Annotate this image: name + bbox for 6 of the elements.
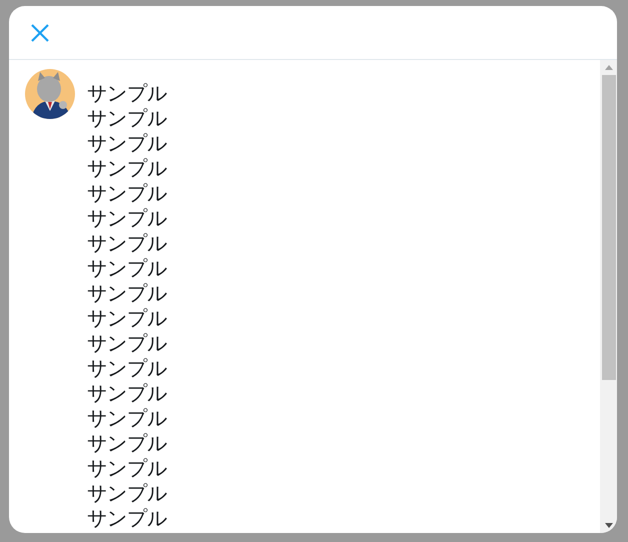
scrollbar[interactable]	[600, 60, 617, 533]
scroll-down-icon[interactable]	[604, 523, 612, 528]
avatar	[25, 69, 75, 119]
close-icon[interactable]	[29, 22, 51, 44]
tweet-text[interactable]: サンプル サンプル サンプル サンプル サンプル サンプル サンプル サンプル サンプル サンプル サンプル サンプル サンプル サンプル サンプル サンプル サンプル サンプル	[87, 69, 167, 533]
scroll-up-icon[interactable]	[604, 65, 612, 70]
